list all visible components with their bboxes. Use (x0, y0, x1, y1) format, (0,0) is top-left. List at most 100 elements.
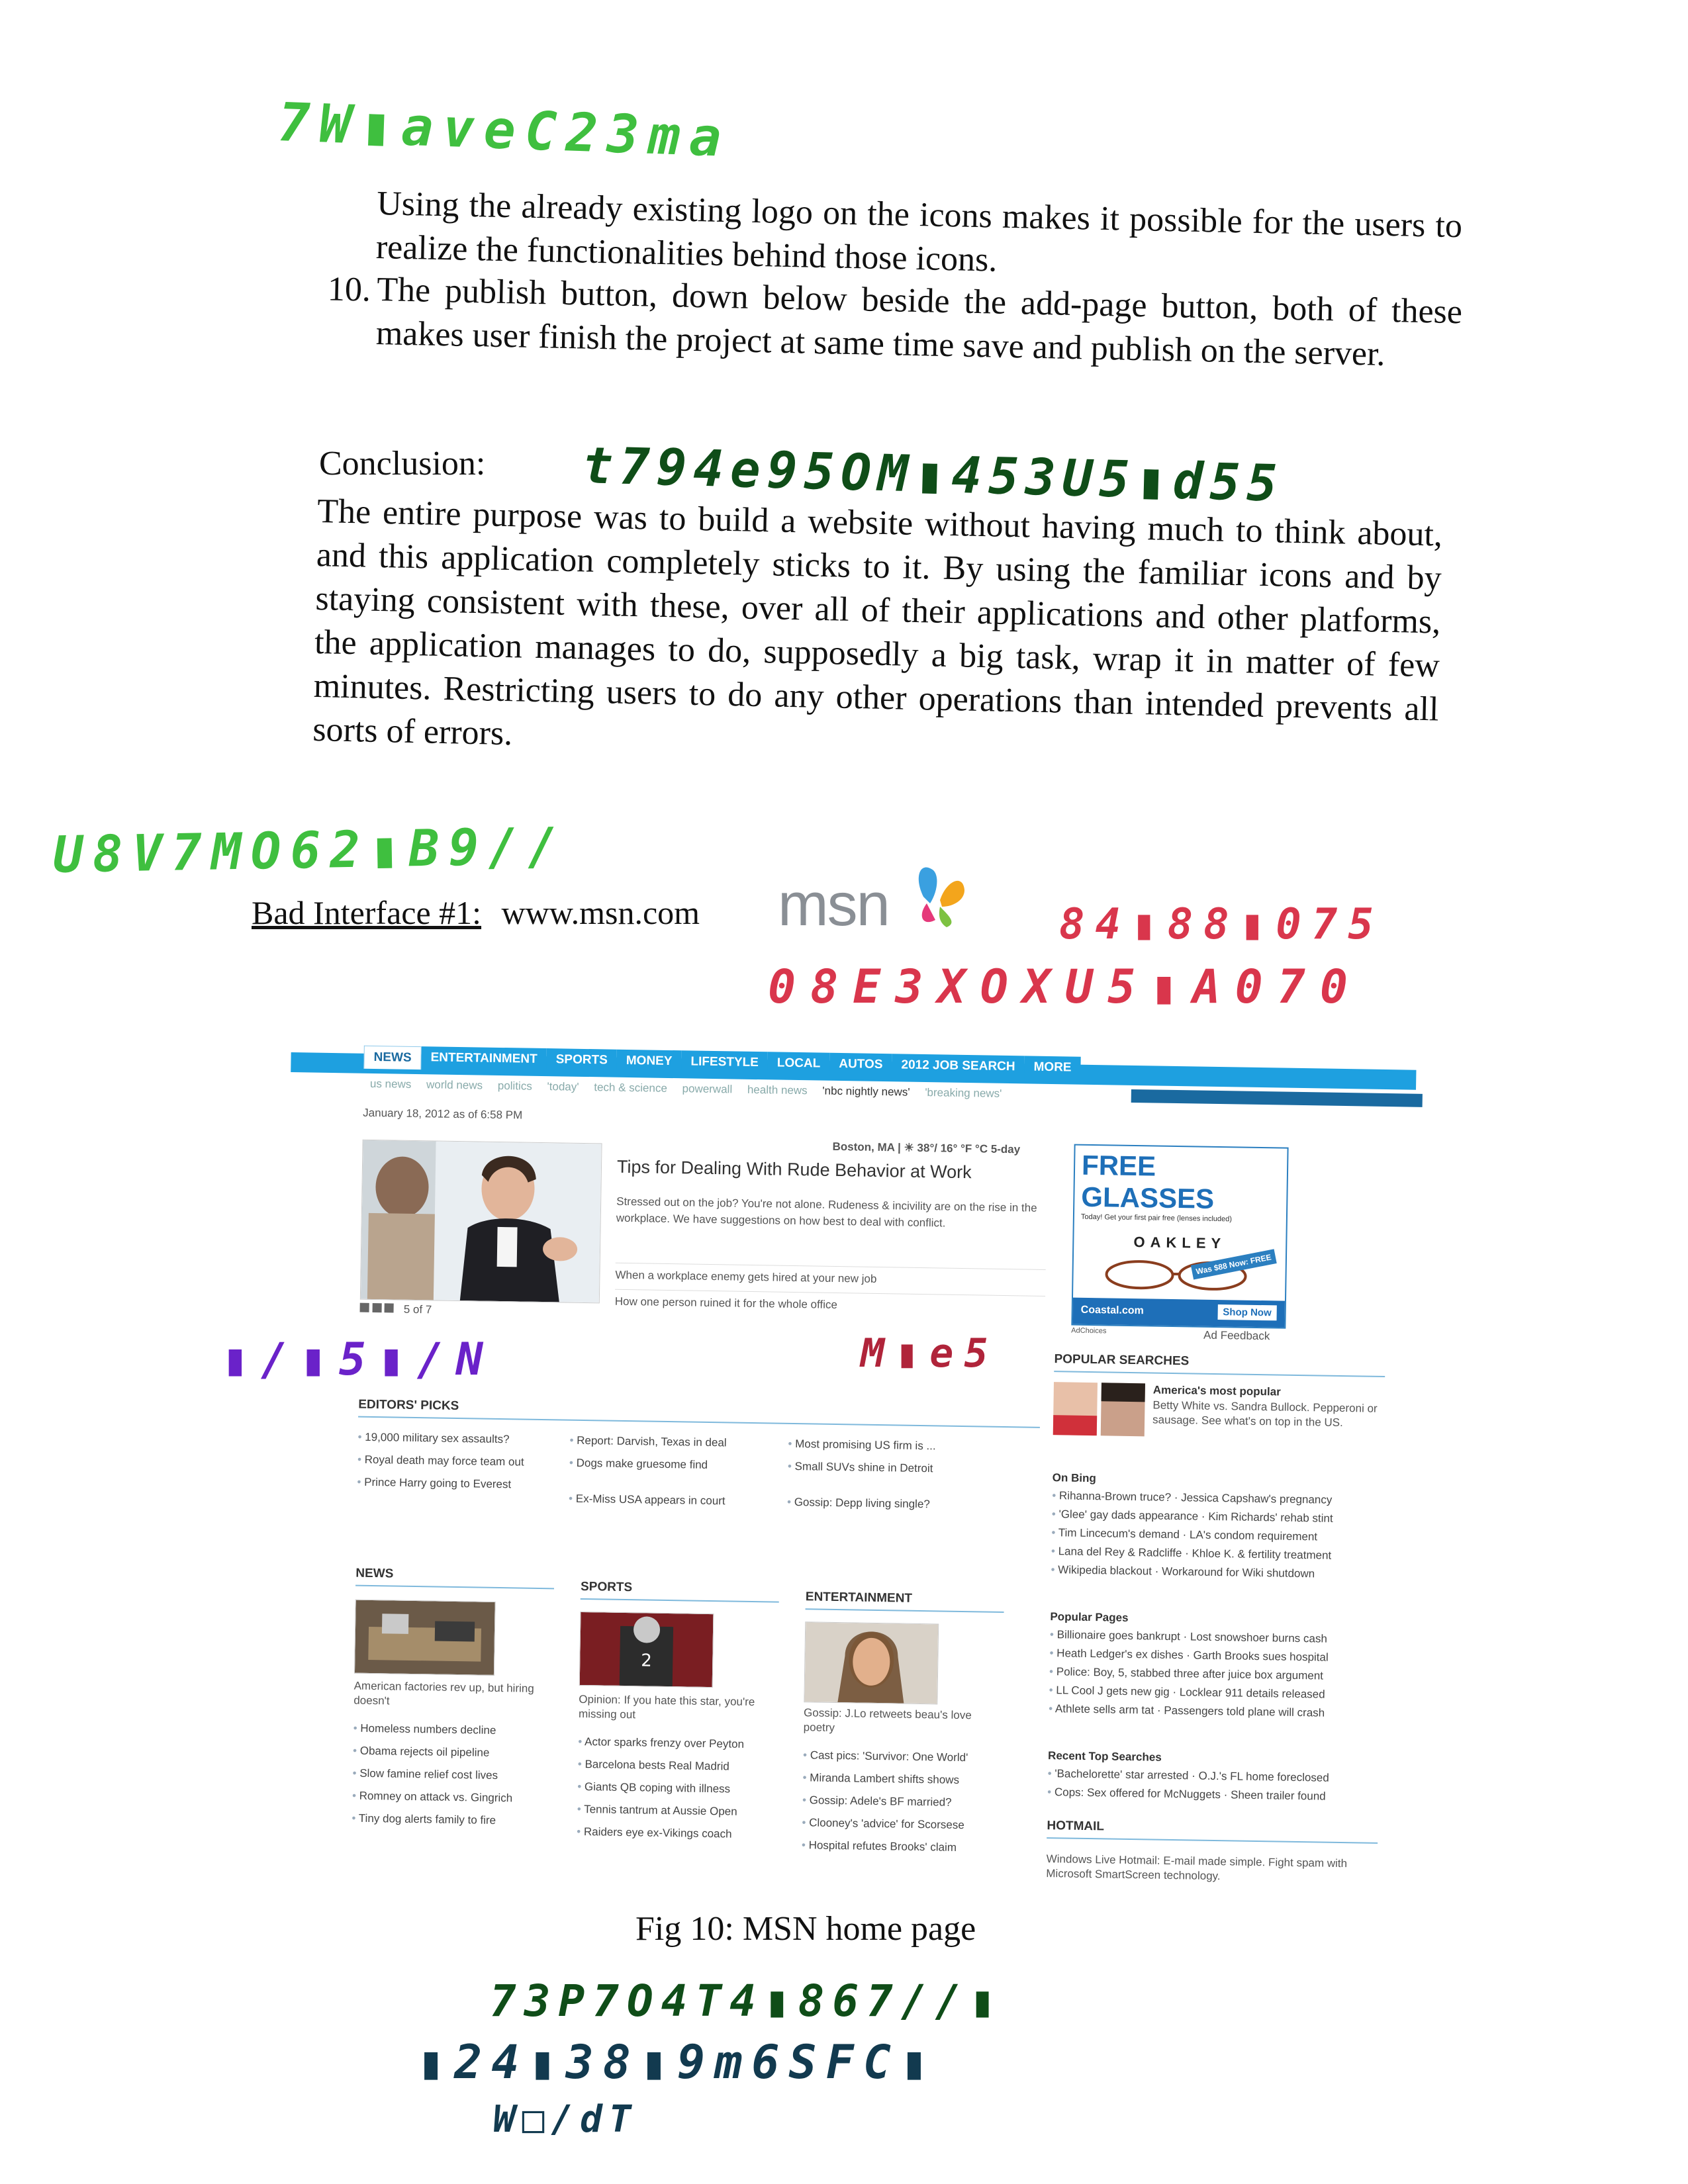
entertainment-item[interactable]: Clooney's 'advice' for Scorsese (802, 1816, 1000, 1833)
msn-bluebar (1131, 1089, 1423, 1107)
entertainment-photo[interactable] (804, 1621, 939, 1705)
subnav-politics[interactable]: politics (498, 1079, 532, 1093)
popular-searches-photos[interactable] (1053, 1382, 1147, 1437)
subnav-today[interactable]: 'today' (547, 1080, 579, 1093)
news-item[interactable]: Tiny dog alerts family to fire (352, 1812, 512, 1828)
hero-link-1[interactable]: When a workplace enemy gets hired at you… (615, 1262, 1046, 1289)
sports-item[interactable]: Giants QB coping with illness (577, 1780, 776, 1797)
editors-pick[interactable]: 19,000 military sex assaults? (357, 1431, 563, 1447)
popular-page-item[interactable]: LL Cool J gets new gig · Locklear 911 de… (1049, 1684, 1328, 1702)
sports-section-title[interactable]: SPORTS (580, 1579, 780, 1603)
editors-pick[interactable]: Dogs make gruesome find (569, 1457, 768, 1473)
editors-pick[interactable]: Ex-Miss USA appears in court (569, 1492, 767, 1509)
entertainment-item[interactable]: Cast pics: 'Survivor: One World' (803, 1749, 1002, 1765)
news-caption[interactable]: American factories rev up, but hiring do… (353, 1679, 546, 1711)
editors-pick[interactable]: Gossip: Depp living single? (787, 1496, 999, 1512)
entertainment-item[interactable]: Miranda Lambert shifts shows (802, 1771, 1001, 1788)
recent-searches-title: Recent Top Searches (1047, 1749, 1162, 1764)
nav-news[interactable]: NEWS (363, 1045, 422, 1070)
hero-controls[interactable]: 5 of 7 (359, 1302, 432, 1317)
sports-caption[interactable]: Opinion: If you hate this star, you're m… (579, 1692, 771, 1725)
editors-pick[interactable]: Report: Darvish, Texas in deal (569, 1434, 768, 1451)
popular-page-item[interactable]: Billionaire goes bankrupt · Lost snowsho… (1050, 1628, 1329, 1646)
nav-sports[interactable]: SPORTS (546, 1048, 618, 1073)
subnav-powerwall[interactable]: powerwall (682, 1082, 732, 1095)
msn-weather[interactable]: Boston, MA | ☀ 38°/ 16° °F °C 5-day (832, 1140, 1020, 1156)
sports-photo[interactable]: 2 (579, 1611, 714, 1688)
news-list: Homeless numbers decline Obama rejects o… (352, 1722, 514, 1837)
nav-money[interactable]: MONEY (616, 1049, 682, 1074)
bing-search-item[interactable]: 'Glee' gay dads appearance · Kim Richard… (1052, 1508, 1333, 1525)
handwriting-line-9: ▮24▮38▮9m6SFC▮ (417, 2035, 938, 2089)
nav-job-search[interactable]: 2012 JOB SEARCH (892, 1054, 1025, 1079)
bing-search-item[interactable]: Rihanna-Brown truce? · Jessica Capshaw's… (1052, 1489, 1333, 1507)
sports-item[interactable]: Tennis tantrum at Aussie Open (577, 1803, 776, 1819)
subnav-health[interactable]: health news (747, 1083, 808, 1097)
news-item[interactable]: Slow famine relief cost lives (352, 1767, 512, 1783)
nav-more[interactable]: MORE (1024, 1056, 1081, 1080)
handwriting-line-10: W□/dT (493, 2098, 638, 2141)
editors-pick[interactable]: Small SUVs shine in Detroit (788, 1460, 1000, 1477)
hero-link-2[interactable]: How one person ruined it for the whole o… (614, 1289, 1046, 1315)
entertainment-list: Cast pics: 'Survivor: One World' Miranda… (802, 1749, 1002, 1864)
editors-picks-col-2: Report: Darvish, Texas in deal Dogs make… (569, 1434, 769, 1518)
editors-pick[interactable]: Royal death may force team out (357, 1453, 536, 1469)
subnav-world-news[interactable]: world news (426, 1078, 483, 1091)
editors-pick[interactable]: Most promising US firm is ... (788, 1437, 1000, 1454)
bad-interface-url: www.msn.com (501, 894, 700, 931)
popular-feature-title[interactable]: America's most popular (1153, 1384, 1281, 1399)
sports-item[interactable]: Actor sparks frenzy over Peyton (578, 1735, 776, 1752)
subnav-tech[interactable]: tech & science (594, 1081, 667, 1095)
msn-logo-text: msn (778, 871, 890, 938)
recent-search-item[interactable]: 'Bachelorette' star arrested · O.J.'s FL… (1048, 1767, 1329, 1785)
handwriting-line-7: M▮e5 (861, 1330, 999, 1377)
nav-local[interactable]: LOCAL (767, 1052, 830, 1076)
ad-headline: FREE GLASSES (1081, 1149, 1215, 1214)
hotmail-text[interactable]: Windows Live Hotmail: E-mail made simple… (1046, 1852, 1378, 1886)
news-item[interactable]: Obama rejects oil pipeline (353, 1745, 513, 1760)
bing-search-item[interactable]: Tim Lincecum's demand · LA's condom requ… (1051, 1526, 1333, 1544)
subnav-us-news[interactable]: us news (370, 1077, 412, 1091)
hero-prev-icon[interactable] (359, 1302, 369, 1312)
subnav-breaking[interactable]: 'breaking news' (925, 1086, 1002, 1100)
entertainment-item[interactable]: Hospital refutes Brooks' claim (802, 1839, 1000, 1855)
popular-page-item[interactable]: Heath Ledger's ex dishes · Garth Brooks … (1049, 1647, 1329, 1664)
celebrity-image-icon (804, 1622, 939, 1704)
nav-entertainment[interactable]: ENTERTAINMENT (421, 1046, 547, 1072)
hero-title[interactable]: Tips for Dealing With Rude Behavior at W… (617, 1157, 972, 1183)
editors-picks-col-1: 19,000 military sex assaults? Royal deat… (357, 1431, 563, 1502)
glasses-ad[interactable]: FREE GLASSES Today! Get your first pair … (1071, 1144, 1289, 1329)
news-photo[interactable] (353, 1599, 496, 1676)
nav-lifestyle[interactable]: LIFESTYLE (681, 1050, 769, 1075)
news-item[interactable]: Romney on attack vs. Gingrich (352, 1790, 513, 1805)
hero-blurb: Stressed out on the job? You're not alon… (616, 1195, 1037, 1230)
news-item[interactable]: Homeless numbers decline (353, 1722, 513, 1738)
recent-search-item[interactable]: Cops: Sex offered for McNuggets · Sheen … (1047, 1786, 1329, 1803)
sports-list: Actor sparks frenzy over Peyton Barcelon… (577, 1735, 777, 1851)
ad-shop-now-button[interactable]: Shop Now (1217, 1304, 1277, 1321)
ad-brand: OAKLEY (1133, 1234, 1227, 1252)
entertainment-caption[interactable]: Gossip: J.Lo retweets beau's love poetry (804, 1706, 1003, 1738)
hero-next-icon[interactable] (384, 1303, 395, 1313)
sports-item[interactable]: Raiders eye ex-Vikings coach (577, 1825, 775, 1842)
nav-autos[interactable]: AUTOS (829, 1052, 892, 1077)
hero-photo[interactable] (359, 1139, 602, 1304)
bing-search-item[interactable]: Wikipedia blackout · Workaround for Wiki… (1051, 1563, 1332, 1581)
ad-choices[interactable]: AdChoices (1071, 1327, 1106, 1336)
sports-item[interactable]: Barcelona bests Real Madrid (578, 1758, 776, 1774)
entertainment-item[interactable]: Gossip: Adele's BF married? (802, 1794, 1001, 1810)
entertainment-section-title[interactable]: ENTERTAINMENT (805, 1590, 1004, 1614)
celebrity-photo-1[interactable] (1053, 1382, 1098, 1436)
handwriting-line-8: 73P7O4T4▮867//▮ (490, 1976, 1004, 2026)
ad-feedback[interactable]: Ad Feedback (1203, 1329, 1270, 1343)
bing-search-item[interactable]: Lana del Rey & Radcliffe · Khloe K. & fe… (1051, 1545, 1333, 1563)
handwriting-line-1: 7W▮aveC23ma (277, 91, 732, 169)
factory-image-icon (354, 1600, 495, 1675)
news-section-title[interactable]: NEWS (355, 1566, 555, 1590)
editors-pick[interactable]: Prince Harry going to Everest (357, 1476, 562, 1492)
celebrity-photo-2[interactable] (1100, 1383, 1145, 1437)
popular-page-item[interactable]: Athlete sells arm tat · Passengers told … (1049, 1702, 1327, 1720)
subnav-nbc[interactable]: 'nbc nightly news' (822, 1085, 910, 1099)
hero-pause-icon[interactable] (372, 1302, 382, 1313)
popular-page-item[interactable]: Police: Boy, 5, stabbed three after juic… (1049, 1665, 1328, 1683)
